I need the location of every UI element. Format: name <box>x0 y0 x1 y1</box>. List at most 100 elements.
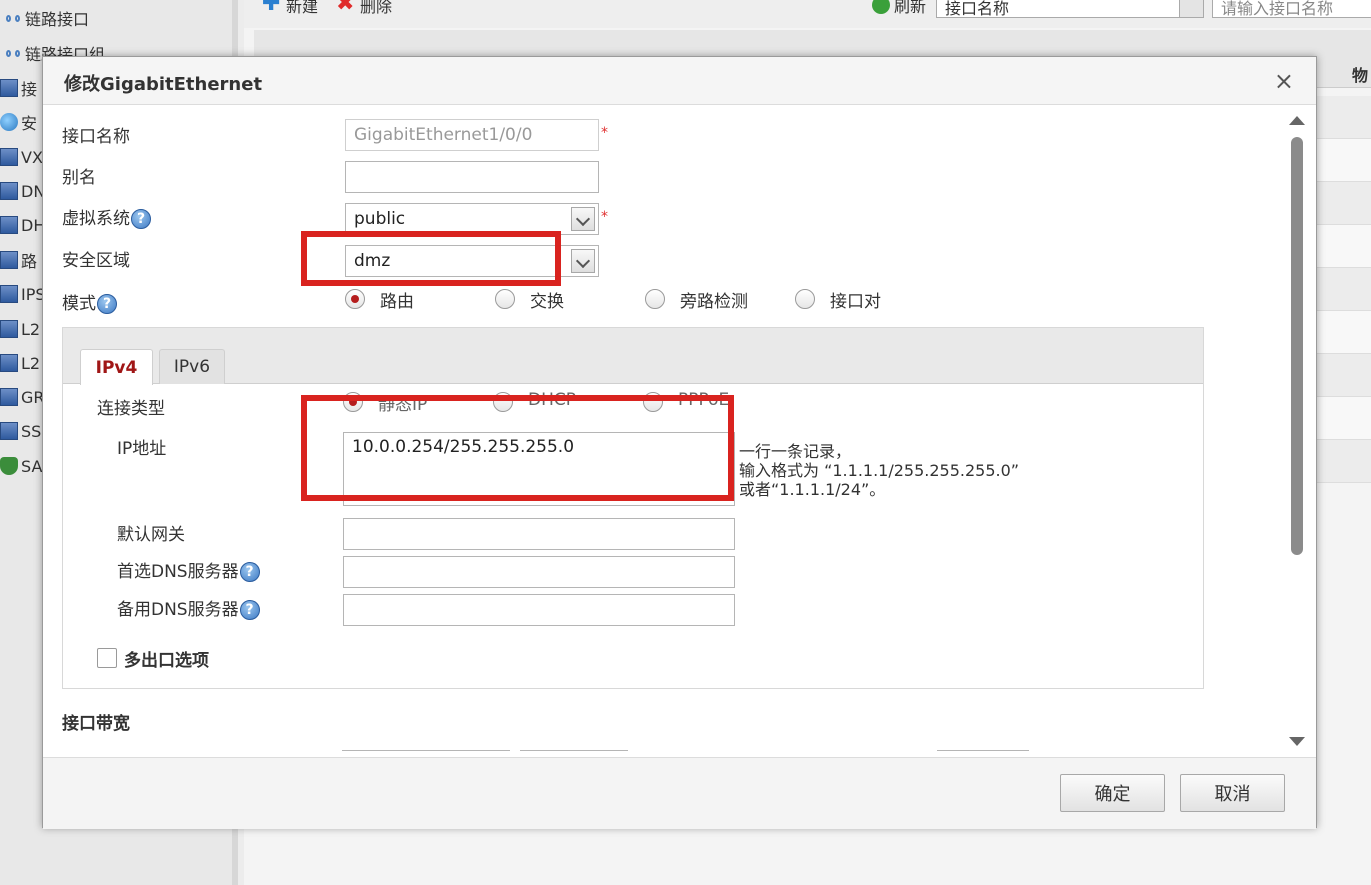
sidebar-item-label: L2 <box>21 319 41 339</box>
toolbar: ✚ 新建 ✖ 删除 刷新 接口名称 请输入接口名称 <box>244 0 1371 28</box>
cancel-button[interactable]: 取消 <box>1180 774 1285 812</box>
sidebar-item-label: L2 <box>21 353 41 373</box>
conn-type-radio[interactable] <box>643 392 663 412</box>
new-button[interactable]: ✚ 新建 <box>262 0 318 16</box>
dialog-title: 修改GigabitEthernet <box>64 74 263 95</box>
refresh-icon <box>872 0 890 14</box>
sidebar-item-vxlan[interactable]: VX <box>0 142 43 172</box>
mode-radio[interactable] <box>795 289 815 309</box>
edit-interface-dialog: 修改GigabitEthernet × 接口名称 GigabitEthernet… <box>42 56 1317 829</box>
dialog-header: 修改GigabitEthernet × <box>43 57 1316 105</box>
sidebar-item-ssl[interactable]: SS <box>0 416 41 446</box>
help-icon[interactable]: ? <box>97 294 117 314</box>
hint-line: 输入格式为 “1.1.1.1/255.255.255.0” <box>739 461 1020 480</box>
sidebar-item-label: 路 <box>21 252 38 271</box>
ip-address-textarea[interactable]: 10.0.0.254/255.255.255.0 <box>343 432 735 506</box>
required-mark: * <box>601 125 608 141</box>
ssl-icon <box>0 422 18 440</box>
scroll-thumb[interactable] <box>1291 137 1303 555</box>
sidebar-item-label: 安 <box>21 114 38 133</box>
conn-type-radio[interactable] <box>493 392 513 412</box>
sidebar-item-gre[interactable]: GR <box>0 382 45 412</box>
sa-icon <box>0 457 18 475</box>
mode-label: 模式? <box>62 289 117 314</box>
ip-address-label: IP地址 <box>117 439 167 459</box>
dialog-footer: 确定 取消 <box>43 757 1316 829</box>
refresh-button[interactable]: 刷新 <box>872 0 927 16</box>
required-mark: * <box>601 209 608 225</box>
sidebar-item-dns[interactable]: DN <box>0 176 45 206</box>
filter-field-value: 接口名称 <box>945 0 1010 18</box>
sidebar-item-l2tp[interactable]: L2 <box>0 314 40 344</box>
ips-icon <box>0 285 18 303</box>
mode-radio-label: 旁路检测 <box>680 292 748 312</box>
dns2-label-text: 备用DNS服务器 <box>117 600 239 620</box>
mode-label-text: 模式 <box>62 294 96 314</box>
sidebar-item-label: 链路接口 <box>25 10 90 29</box>
link-icon <box>4 9 22 27</box>
gateway-input[interactable] <box>343 518 735 550</box>
zone-select[interactable]: dmz <box>345 245 599 277</box>
l2tp-icon <box>0 320 18 338</box>
sidebar-item-ips[interactable]: IPS <box>0 279 46 309</box>
help-icon[interactable]: ? <box>239 562 260 582</box>
ip-format-hint: 一行一条记录， 输入格式为 “1.1.1.1/255.255.255.0” 或者… <box>739 442 1019 499</box>
sidebar-item-label: VX <box>21 147 43 167</box>
vxlan-icon <box>0 148 18 166</box>
hint-line: 或者“1.1.1.1/24”。 <box>739 480 886 499</box>
sidebar-item-l2tp-client[interactable]: L2 <box>0 348 40 378</box>
sidebar-item-route[interactable]: 路 <box>0 245 37 275</box>
sidebar-item-security-zone[interactable]: 安 <box>0 107 37 137</box>
mode-radio[interactable] <box>495 289 515 309</box>
chevron-down-icon <box>1179 0 1203 17</box>
sidebar-item-label: 接 <box>21 80 38 99</box>
help-icon[interactable]: ? <box>131 209 151 229</box>
conn-type-radio-label: 静态IP <box>378 395 428 415</box>
close-icon[interactable]: × <box>1274 67 1294 95</box>
bandwidth-section-title: 接口带宽 <box>62 714 130 734</box>
conn-type-radio-label: PPPoE <box>678 390 730 410</box>
tab-ipv6[interactable]: IPv6 <box>159 349 225 384</box>
search-input[interactable]: 请输入接口名称 <box>1212 0 1371 18</box>
mode-radio-label: 交换 <box>530 292 564 312</box>
multi-exit-checkbox[interactable] <box>97 648 117 668</box>
chevron-down-icon <box>571 249 595 273</box>
dns1-label-text: 首选DNS服务器 <box>117 562 239 582</box>
ip-config-panel: IPv4 IPv6 连接类型 IP地址 10.0.0.254/255.255.2… <box>62 327 1204 689</box>
search-placeholder: 请输入接口名称 <box>1221 0 1334 18</box>
scroll-down-icon[interactable] <box>1289 737 1305 746</box>
delete-button[interactable]: ✖ 删除 <box>336 0 392 16</box>
mode-radio[interactable] <box>345 289 365 309</box>
gre-icon <box>0 388 18 406</box>
sidebar-item-link-interface[interactable]: 链路接口 <box>4 3 89 33</box>
mode-radio-label: 路由 <box>380 292 414 312</box>
scroll-up-icon[interactable] <box>1289 116 1305 125</box>
hint-line: 一行一条记录， <box>739 442 852 461</box>
zone-value: dmz <box>354 251 391 271</box>
interface-name-input: GigabitEthernet1/0/0 <box>345 119 599 151</box>
zone-label: 安全区域 <box>62 251 130 271</box>
mode-radio[interactable] <box>645 289 665 309</box>
refresh-button-label: 刷新 <box>894 0 927 16</box>
interface-icon <box>0 79 18 97</box>
dhcp-icon <box>0 216 18 234</box>
filter-field-select[interactable]: 接口名称 <box>936 0 1204 18</box>
vsys-select[interactable]: public <box>345 203 599 235</box>
dialog-scrollbar[interactable] <box>1282 105 1310 757</box>
vsys-label: 虚拟系统? <box>62 204 151 229</box>
dns2-input[interactable] <box>343 594 735 626</box>
bandwidth-input-edge <box>342 750 510 751</box>
conn-type-label: 连接类型 <box>97 399 165 419</box>
sidebar-item-sa[interactable]: SA <box>0 451 42 481</box>
dns1-input[interactable] <box>343 556 735 588</box>
ok-button[interactable]: 确定 <box>1060 774 1165 812</box>
conn-type-radio[interactable] <box>343 392 363 412</box>
sidebar-item-dhcp[interactable]: DH <box>0 210 45 240</box>
dns-icon <box>0 182 18 200</box>
tab-ipv4[interactable]: IPv4 <box>80 349 153 385</box>
sidebar-item-interface[interactable]: 接 <box>0 73 37 103</box>
help-icon[interactable]: ? <box>239 600 260 620</box>
alias-label: 别名 <box>62 168 96 188</box>
security-icon <box>0 113 18 131</box>
alias-input[interactable] <box>345 161 599 193</box>
